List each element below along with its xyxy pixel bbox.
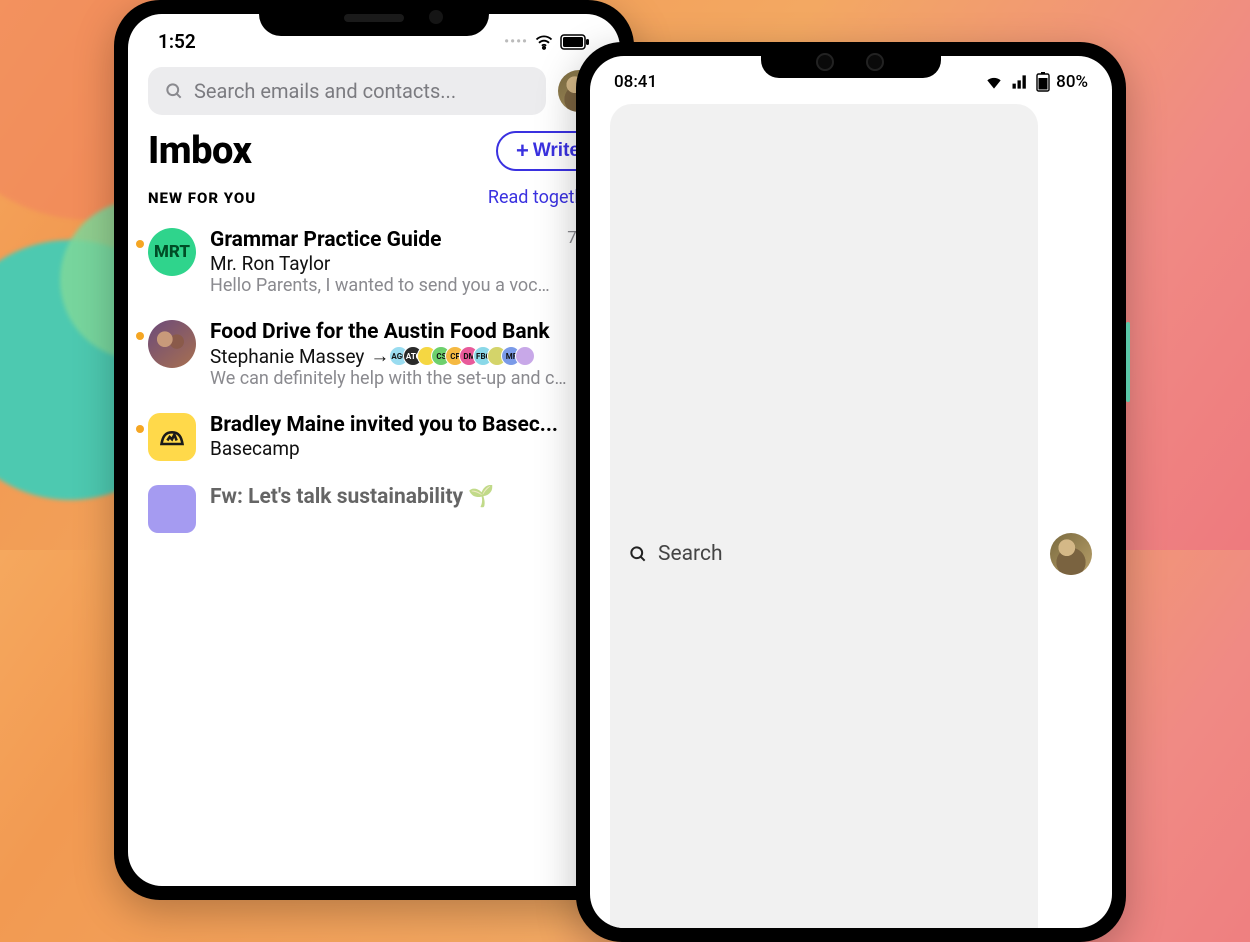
sender-avatar: MRT — [148, 228, 196, 276]
battery-percent: 80% — [1056, 72, 1088, 92]
sender-avatar — [148, 320, 196, 368]
email-sender: Mr. Ron Taylor — [210, 252, 553, 275]
battery-icon — [560, 34, 590, 50]
wifi-icon — [984, 72, 1004, 92]
unread-dot — [136, 425, 144, 433]
unread-dot — [136, 332, 144, 340]
email-subject: Bradley Maine invited you to Basec... — [210, 413, 567, 437]
android-device: 08:41 80% Search Screen 5 first-time sen… — [576, 42, 1126, 942]
search-icon — [164, 81, 184, 101]
email-subject: Food Drive for the Austin Food Bank — [210, 320, 567, 344]
email-subject: Grammar Practice Guide — [210, 228, 553, 252]
search-input[interactable]: Search — [610, 104, 1038, 928]
email-row[interactable]: Fw: Let's talk sustainability 🌱 — [148, 475, 600, 547]
unread-dot — [136, 240, 144, 248]
page-title: Imbox — [148, 129, 252, 173]
iphone-device: 1:52 •••• Search emails and contacts... … — [114, 0, 634, 900]
signal-icon — [1010, 72, 1030, 92]
email-row[interactable]: Food Drive for the Austin Food Bank Step… — [148, 310, 600, 403]
battery-icon — [1036, 72, 1050, 92]
email-subject: Fw: Let's talk sustainability 🌱 — [210, 485, 600, 509]
sender-avatar — [148, 413, 196, 461]
arrow-icon: → — [370, 344, 389, 368]
email-row[interactable]: Bradley Maine invited you to Basec... Ba… — [148, 403, 600, 475]
dots-icon: •••• — [504, 34, 528, 50]
status-time: 08:41 — [614, 72, 657, 92]
search-icon — [628, 544, 648, 564]
sender-avatar — [148, 485, 196, 533]
email-sender: Basecamp — [210, 437, 567, 460]
recipient-chips: AGC ATC CS CP DM FBC MF — [395, 346, 535, 366]
status-time: 1:52 — [158, 30, 196, 53]
plus-icon: + — [516, 140, 529, 162]
section-header: NEW FOR YOU — [148, 189, 256, 207]
wifi-icon — [534, 32, 554, 52]
email-preview: We can definitely help with the set-up a… — [210, 368, 567, 389]
email-sender: Stephanie Massey → AGC ATC CS CP DM FBC … — [210, 344, 567, 368]
search-input[interactable]: Search emails and contacts... — [148, 67, 546, 115]
email-preview: Hello Parents, I wanted to send you a vo… — [210, 275, 553, 296]
profile-avatar[interactable] — [1050, 533, 1092, 575]
email-row[interactable]: MRT Grammar Practice Guide Mr. Ron Taylo… — [148, 218, 600, 310]
